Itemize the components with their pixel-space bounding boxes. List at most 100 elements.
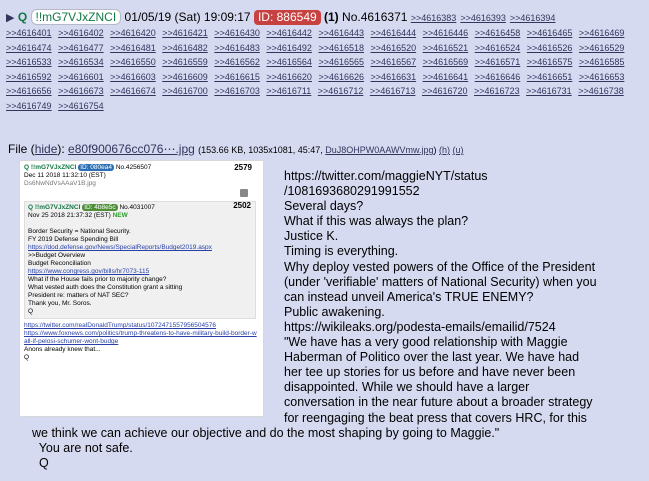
- reply-ref-link[interactable]: >>4616550: [110, 57, 156, 67]
- post-header: ▶ Q !!mG7VJxZNCI 01/05/19 (Sat) 19:09:17…: [6, 9, 645, 27]
- reply-ref-link[interactable]: >>4616444: [371, 28, 417, 38]
- reply-ref-link[interactable]: >>4616458: [475, 28, 521, 38]
- reply-ref-link[interactable]: >>4616401: [6, 28, 52, 38]
- hide-file-link[interactable]: hide: [35, 142, 58, 156]
- reply-ref-link[interactable]: >>4616641: [423, 72, 469, 82]
- reply-ref-link[interactable]: >>4616481: [110, 43, 156, 53]
- reply-ref-link[interactable]: >>4616443: [318, 28, 364, 38]
- reply-ref-link[interactable]: >>4616526: [527, 43, 573, 53]
- reply-ref-link[interactable]: >>4616603: [110, 72, 156, 82]
- reply-ref-link[interactable]: >>4616402: [58, 28, 104, 38]
- file-label: File: [8, 142, 28, 156]
- reply-refs: >>4616401 >>4616402 >>4616420 >>4616421 …: [6, 26, 646, 113]
- post-text-line: https://wikileaks.org/podesta-emails/ema…: [284, 319, 556, 334]
- post-text-line: /1081693680291991552: [284, 184, 420, 199]
- reply-ref-link[interactable]: >>4616653: [579, 72, 625, 82]
- reply-ref-link[interactable]: >>4616569: [423, 57, 469, 67]
- post-body: https://twitter.com/maggieNYT/status/108…: [32, 169, 646, 471]
- reply-ref-link[interactable]: >>4616674: [110, 86, 156, 96]
- reply-ref-link[interactable]: >>4616631: [371, 72, 417, 82]
- reply-ref-link[interactable]: >>4616585: [579, 57, 625, 67]
- reply-ref-link[interactable]: >>4616567: [371, 57, 417, 67]
- reply-ref-link[interactable]: >>4616575: [527, 57, 573, 67]
- post-text-line: https://twitter.com/maggieNYT/status: [284, 169, 488, 183]
- reply-ref-link[interactable]: >>4616483: [214, 43, 260, 53]
- tripcode: !!mG7VJxZNCI: [30, 9, 122, 25]
- file-info: File (hide): e80f900676cc076⋯.jpg (153.6…: [8, 142, 464, 156]
- post-text-line: disappointed. While we should have a lar…: [284, 380, 530, 395]
- reply-ref-link[interactable]: >>4616482: [162, 43, 208, 53]
- file-u-link[interactable]: (u): [453, 145, 464, 155]
- poster-name: Q: [17, 10, 28, 24]
- reply-ref-link[interactable]: >>4616703: [214, 86, 260, 96]
- reply-ref-link[interactable]: >>4616383: [411, 13, 457, 23]
- reply-ref-link[interactable]: >>4616474: [6, 43, 52, 53]
- post-text-line: "We have has a very good relationship wi…: [284, 335, 568, 350]
- poster-id-badge[interactable]: ID: 886549: [253, 10, 321, 25]
- reply-ref-link[interactable]: >>4616615: [214, 72, 260, 82]
- reply-ref-link[interactable]: >>4616469: [579, 28, 625, 38]
- post-text-line: (under 'verifiable' matters of National …: [284, 274, 597, 289]
- reply-ref-link[interactable]: >>4616421: [162, 28, 208, 38]
- post-menu-arrow-icon[interactable]: ▶: [6, 12, 14, 24]
- reply-ref-link[interactable]: >>4616562: [214, 57, 260, 67]
- post-text-line: her tee up stories for us before and hav…: [284, 365, 576, 380]
- reply-ref-link[interactable]: >>4616564: [266, 57, 312, 67]
- reply-ref-link[interactable]: >>4616420: [110, 28, 156, 38]
- reply-ref-link[interactable]: >>4616430: [214, 28, 260, 38]
- reply-ref-link[interactable]: >>4616442: [266, 28, 312, 38]
- post-text-line: You are not safe.: [32, 440, 133, 455]
- post-text-line: Timing is everything.: [284, 244, 399, 259]
- post-text-line: Why deploy vested powers of the Office o…: [284, 259, 596, 274]
- reply-ref-link[interactable]: >>4616565: [318, 57, 364, 67]
- post-text-line: we think we can achieve our objective an…: [32, 425, 500, 440]
- file-meta: (153.66 KB, 1035x1081, 45:47,: [198, 145, 323, 155]
- reply-ref-link[interactable]: >>4616465: [527, 28, 573, 38]
- reply-ref-link[interactable]: >>4616749: [6, 101, 52, 111]
- reply-ref-link[interactable]: >>4616521: [423, 43, 469, 53]
- post-number[interactable]: No.4616371: [342, 10, 407, 24]
- reply-ref-link[interactable]: >>4616731: [526, 86, 572, 96]
- post-text-line: Q: [32, 455, 49, 470]
- file-h-link[interactable]: (h): [439, 145, 450, 155]
- post-text-line: Several days?: [284, 199, 364, 214]
- reply-ref-link[interactable]: >>4616673: [58, 86, 104, 96]
- reply-ref-link[interactable]: >>4616529: [579, 43, 625, 53]
- reply-ref-link[interactable]: >>4616592: [6, 72, 52, 82]
- reply-ref-link[interactable]: >>4616446: [423, 28, 469, 38]
- reply-ref-link[interactable]: >>4616518: [318, 43, 364, 53]
- original-filename-link[interactable]: DuJ8OHPW0AAWVmw.jpg: [325, 145, 433, 155]
- reply-ref-link[interactable]: >>4616571: [475, 57, 521, 67]
- reply-ref-link[interactable]: >>4616394: [510, 13, 556, 23]
- reply-ref-link[interactable]: >>4616754: [58, 101, 104, 111]
- reply-ref-link[interactable]: >>4616559: [162, 57, 208, 67]
- reply-ref-link[interactable]: >>4616720: [422, 86, 468, 96]
- reply-ref-link[interactable]: >>4616712: [318, 86, 364, 96]
- reply-ref-link[interactable]: >>4616609: [162, 72, 208, 82]
- reply-ref-link[interactable]: >>4616651: [527, 72, 573, 82]
- reply-ref-link[interactable]: >>4616620: [266, 72, 312, 82]
- reply-ref-link[interactable]: >>4616738: [578, 86, 624, 96]
- id-post-count: (1): [324, 10, 339, 24]
- reply-ref-link[interactable]: >>4616626: [318, 72, 364, 82]
- reply-ref-link[interactable]: >>4616393: [460, 13, 506, 23]
- reply-ref-link[interactable]: >>4616711: [266, 86, 311, 96]
- reply-ref-link[interactable]: >>4616524: [475, 43, 521, 53]
- reply-ref-link[interactable]: >>4616520: [371, 43, 417, 53]
- file-link[interactable]: e80f900676cc076⋯.jpg: [68, 142, 195, 156]
- reply-ref-link[interactable]: >>4616533: [6, 57, 52, 67]
- post-text-line: for reengaging the beat press that cover…: [284, 410, 587, 425]
- reply-ref-link[interactable]: >>4616723: [474, 86, 520, 96]
- post-text-line: Public awakening.: [284, 304, 385, 319]
- reply-ref-link[interactable]: >>4616656: [6, 86, 52, 96]
- reply-ref-link[interactable]: >>4616700: [162, 86, 208, 96]
- reply-ref-link[interactable]: >>4616534: [58, 57, 104, 67]
- post-text-line: conversation in the near future about a …: [284, 395, 593, 410]
- reply-ref-link[interactable]: >>4616492: [266, 43, 312, 53]
- reply-ref-link[interactable]: >>4616477: [58, 43, 104, 53]
- reply-ref-link[interactable]: >>4616601: [58, 72, 104, 82]
- reply-ref-link[interactable]: >>4616646: [475, 72, 521, 82]
- post-text-line: can instead unveil America's TRUE ENEMY?: [284, 289, 534, 304]
- post-text-line: Justice K.: [284, 229, 339, 244]
- reply-ref-link[interactable]: >>4616713: [370, 86, 416, 96]
